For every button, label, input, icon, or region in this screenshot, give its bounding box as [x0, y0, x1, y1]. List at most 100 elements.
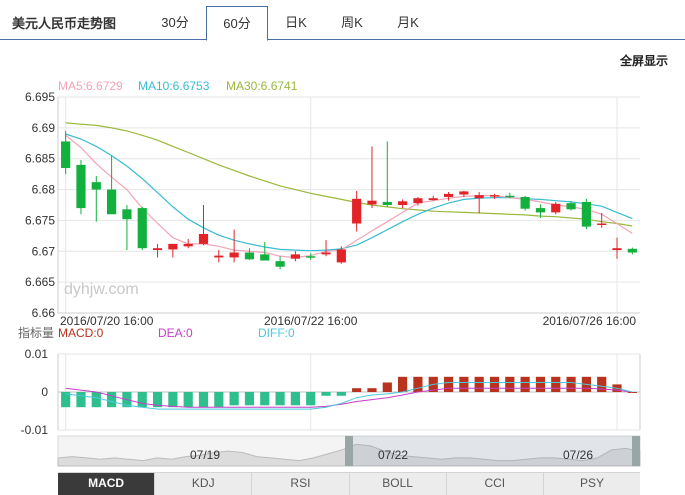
y-tick-label: 6.68	[32, 183, 56, 197]
candle-body	[306, 256, 316, 258]
macd-bar	[275, 392, 285, 406]
macd-bar	[168, 392, 178, 408]
price-chart: 6.695 6.69 6.685 6.68 6.675 6.67 6.665 6.66 2016…	[18, 79, 641, 467]
candle-body	[382, 201, 392, 205]
tab-cci[interactable]: CCI	[447, 473, 544, 495]
macd-bar	[306, 392, 316, 406]
macd-bar	[627, 392, 637, 393]
candle-body	[91, 182, 101, 190]
macd-bar	[474, 376, 484, 392]
macd-bar	[91, 392, 101, 408]
macd-bar	[352, 388, 362, 392]
candle-body	[290, 254, 300, 259]
ma-legend-label: MA5:6.6729	[58, 79, 123, 93]
tab-macd[interactable]: MACD	[58, 473, 156, 495]
macd-legend-label: DEA:0	[158, 326, 193, 340]
candle-body	[152, 248, 163, 251]
candle-body	[535, 208, 546, 213]
candle-body	[107, 189, 117, 215]
macd-y-tick-label: -0.01	[21, 423, 49, 437]
tab-kdj[interactable]: KDJ	[155, 473, 253, 495]
diff-line	[65, 382, 633, 410]
macd-bar	[398, 376, 408, 392]
macd-bar	[229, 392, 239, 406]
candle-body	[505, 195, 515, 198]
indicator-label: 指标量	[18, 325, 54, 340]
y-tick-label: 6.67	[32, 244, 56, 258]
candle-body	[459, 191, 469, 195]
candle-body	[168, 243, 178, 250]
x-tick-label: 2016/07/26 16:00	[543, 314, 637, 328]
macd-bar	[443, 376, 454, 392]
candle-body	[520, 196, 530, 209]
macd-bar	[551, 376, 561, 392]
watermark: dyhjw.com	[64, 281, 139, 298]
macd-bar	[244, 392, 255, 406]
candle-body	[352, 198, 362, 224]
candle-body	[336, 249, 346, 263]
candle-body	[275, 261, 285, 267]
candle-body	[581, 201, 591, 227]
candle-body	[137, 208, 147, 249]
tab-boll[interactable]: BOLL	[350, 473, 447, 495]
candle-body	[428, 198, 438, 201]
indicator-tab-bar: MACD KDJ RSI BOLL CCI PSY	[58, 472, 640, 495]
macd-y-tick-label: 0	[41, 385, 48, 399]
macd-bar	[183, 392, 193, 408]
macd-bar	[321, 392, 331, 396]
macd-bar	[566, 376, 576, 392]
macd-bar	[260, 392, 270, 406]
navigator-date-label: 07/22	[378, 448, 408, 462]
macd-bar	[214, 392, 224, 408]
macd-bar	[367, 388, 377, 392]
tab-rsi[interactable]: RSI	[252, 473, 350, 495]
candle-body	[398, 201, 408, 205]
y-tick-label: 6.69	[32, 121, 56, 135]
candle-body	[122, 209, 132, 220]
macd-bar	[290, 392, 300, 406]
candle-body	[413, 198, 423, 204]
macd-legend-label: MACD:0	[58, 326, 104, 340]
macd-bar	[535, 376, 546, 392]
y-tick-label: 6.665	[25, 275, 55, 289]
macd-bar	[198, 392, 209, 408]
candle-body	[551, 203, 561, 213]
dea-line	[65, 387, 633, 408]
navigator-date-label: 07/19	[190, 448, 220, 462]
candle-body	[627, 248, 637, 253]
ma-legend-label: MA30:6.6741	[226, 79, 298, 93]
navigator-date-label: 07/26	[563, 448, 593, 462]
candle-body	[597, 223, 607, 226]
candle-body	[198, 234, 209, 244]
macd-bar	[76, 392, 86, 408]
macd-legend-label: DIFF:0	[258, 326, 295, 340]
macd-bar	[413, 376, 423, 392]
ma10-line	[65, 133, 633, 252]
navigator-right-handle	[632, 436, 640, 466]
candle-body	[61, 141, 71, 168]
candle-body	[229, 252, 239, 258]
macd-bar	[520, 376, 530, 392]
macd-bar	[489, 376, 500, 392]
ma5-line	[65, 134, 633, 259]
candle-body	[474, 195, 484, 199]
candle-body	[260, 254, 270, 261]
macd-bar	[505, 376, 515, 392]
macd-bar	[137, 392, 147, 408]
candle-body	[612, 248, 622, 251]
ma30-line	[65, 122, 633, 227]
y-tick-label: 6.66	[32, 306, 56, 320]
candle-body	[244, 252, 255, 260]
macd-bar	[107, 392, 117, 408]
candle-body	[183, 243, 193, 247]
candle-body	[76, 164, 86, 209]
macd-y-tick-label: 0.01	[25, 347, 49, 361]
macd-bar	[459, 376, 469, 392]
candle-body	[214, 255, 224, 258]
y-tick-label: 6.685	[25, 152, 55, 166]
macd-bar	[382, 382, 392, 392]
macd-bar	[336, 392, 346, 396]
tab-psy[interactable]: PSY	[544, 473, 640, 495]
y-tick-label: 6.695	[25, 90, 55, 104]
navigator-left-handle	[345, 436, 353, 466]
